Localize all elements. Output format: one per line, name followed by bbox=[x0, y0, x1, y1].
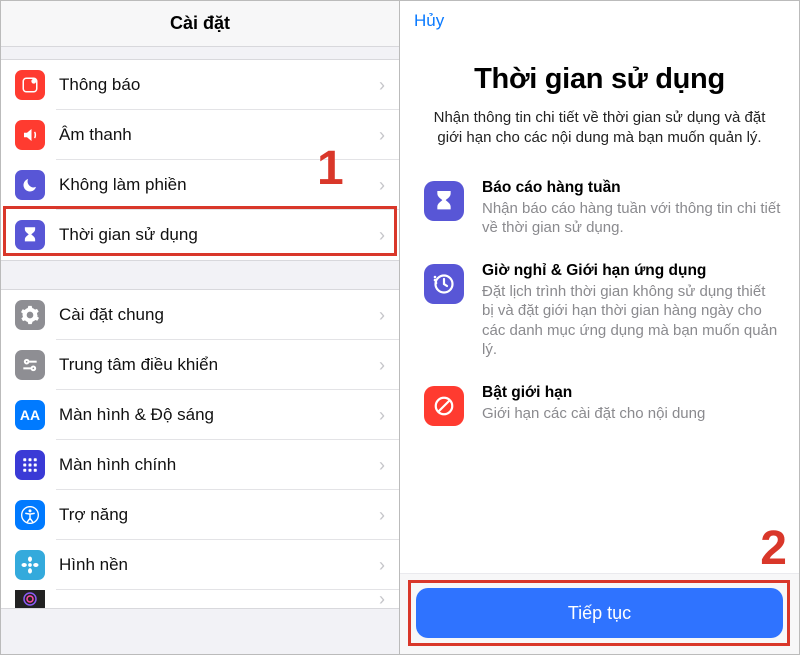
row-siri[interactable]: › bbox=[1, 590, 399, 608]
continue-bar: Tiếp tục bbox=[400, 573, 799, 654]
row-label: Hình nền bbox=[59, 555, 373, 575]
row-label: Trợ năng bbox=[59, 505, 373, 525]
annotation-step-2: 2 bbox=[760, 521, 787, 576]
chevron-right-icon: › bbox=[373, 355, 385, 376]
feature-weekly-reports: Báo cáo hàng tuần Nhận báo cáo hàng tuần… bbox=[400, 179, 799, 238]
chevron-right-icon: › bbox=[373, 175, 385, 196]
siri-icon bbox=[15, 590, 45, 608]
sound-icon bbox=[15, 120, 45, 150]
person-icon bbox=[15, 500, 45, 530]
row-control-center[interactable]: Trung tâm điều khiển › bbox=[1, 340, 399, 390]
feature-restrictions: Bật giới hạn Giới hạn các cài đặt cho nộ… bbox=[400, 384, 799, 426]
row-label: Màn hình & Độ sáng bbox=[59, 405, 373, 425]
row-notifications[interactable]: Thông báo › bbox=[1, 60, 399, 110]
page-title: Thời gian sử dụng bbox=[420, 63, 779, 96]
feature-desc: Nhận báo cáo hàng tuần với thông tin chi… bbox=[482, 199, 781, 238]
hourglass-icon bbox=[424, 181, 464, 221]
row-accessibility[interactable]: Trợ năng › bbox=[1, 490, 399, 540]
row-label: Thông báo bbox=[59, 75, 373, 95]
chevron-right-icon: › bbox=[373, 505, 385, 526]
settings-title: Cài đặt bbox=[1, 1, 399, 47]
hourglass-icon bbox=[15, 220, 45, 250]
chevron-right-icon: › bbox=[373, 590, 385, 608]
screentime-intro-screen: Hủy Thời gian sử dụng Nhận thông tin chi… bbox=[400, 1, 799, 654]
row-label: Thời gian sử dụng bbox=[59, 225, 373, 245]
feature-title: Báo cáo hàng tuần bbox=[482, 179, 781, 197]
feature-title: Bật giới hạn bbox=[482, 384, 705, 402]
row-label: Màn hình chính bbox=[59, 455, 373, 475]
feature-desc: Giới hạn các cài đặt cho nội dung bbox=[482, 404, 705, 424]
chevron-right-icon: › bbox=[373, 75, 385, 96]
clock-icon bbox=[424, 264, 464, 304]
cancel-button[interactable]: Hủy bbox=[414, 11, 444, 31]
row-sounds[interactable]: Âm thanh › bbox=[1, 110, 399, 160]
row-display[interactable]: AA Màn hình & Độ sáng › bbox=[1, 390, 399, 440]
page-subtitle: Nhận thông tin chi tiết về thời gian sử … bbox=[422, 108, 777, 149]
moon-icon bbox=[15, 170, 45, 200]
row-dnd[interactable]: Không làm phiền › bbox=[1, 160, 399, 210]
flower-icon bbox=[15, 550, 45, 580]
feature-title: Giờ nghỉ & Giới hạn ứng dụng bbox=[482, 262, 781, 280]
row-label: Trung tâm điều khiển bbox=[59, 355, 373, 375]
chevron-right-icon: › bbox=[373, 225, 385, 246]
aa-icon: AA bbox=[15, 400, 45, 430]
chevron-right-icon: › bbox=[373, 455, 385, 476]
row-general[interactable]: Cài đặt chung › bbox=[1, 290, 399, 340]
chevron-right-icon: › bbox=[373, 405, 385, 426]
row-label: Không làm phiền bbox=[59, 175, 373, 195]
grid-icon bbox=[15, 450, 45, 480]
feature-downtime-limits: Giờ nghỉ & Giới hạn ứng dụng Đặt lịch tr… bbox=[400, 262, 799, 360]
notification-icon bbox=[15, 70, 45, 100]
row-label: Âm thanh bbox=[59, 125, 373, 145]
switches-icon bbox=[15, 350, 45, 380]
row-wallpaper[interactable]: Hình nền › bbox=[1, 540, 399, 590]
settings-group-1: Thông báo › Âm thanh › Không làm phiền › bbox=[1, 59, 399, 261]
restrict-icon bbox=[424, 386, 464, 426]
gear-icon bbox=[15, 300, 45, 330]
chevron-right-icon: › bbox=[373, 555, 385, 576]
row-screentime[interactable]: Thời gian sử dụng › bbox=[1, 210, 399, 260]
chevron-right-icon: › bbox=[373, 305, 385, 326]
chevron-right-icon: › bbox=[373, 125, 385, 146]
settings-group-2: Cài đặt chung › Trung tâm điều khiển › A… bbox=[1, 289, 399, 609]
row-label: Cài đặt chung bbox=[59, 305, 373, 325]
feature-desc: Đặt lịch trình thời gian không sử dụng t… bbox=[482, 282, 781, 360]
settings-screen: Cài đặt Thông báo › Âm thanh › bbox=[1, 1, 400, 654]
continue-button[interactable]: Tiếp tục bbox=[416, 588, 783, 638]
row-home-screen[interactable]: Màn hình chính › bbox=[1, 440, 399, 490]
